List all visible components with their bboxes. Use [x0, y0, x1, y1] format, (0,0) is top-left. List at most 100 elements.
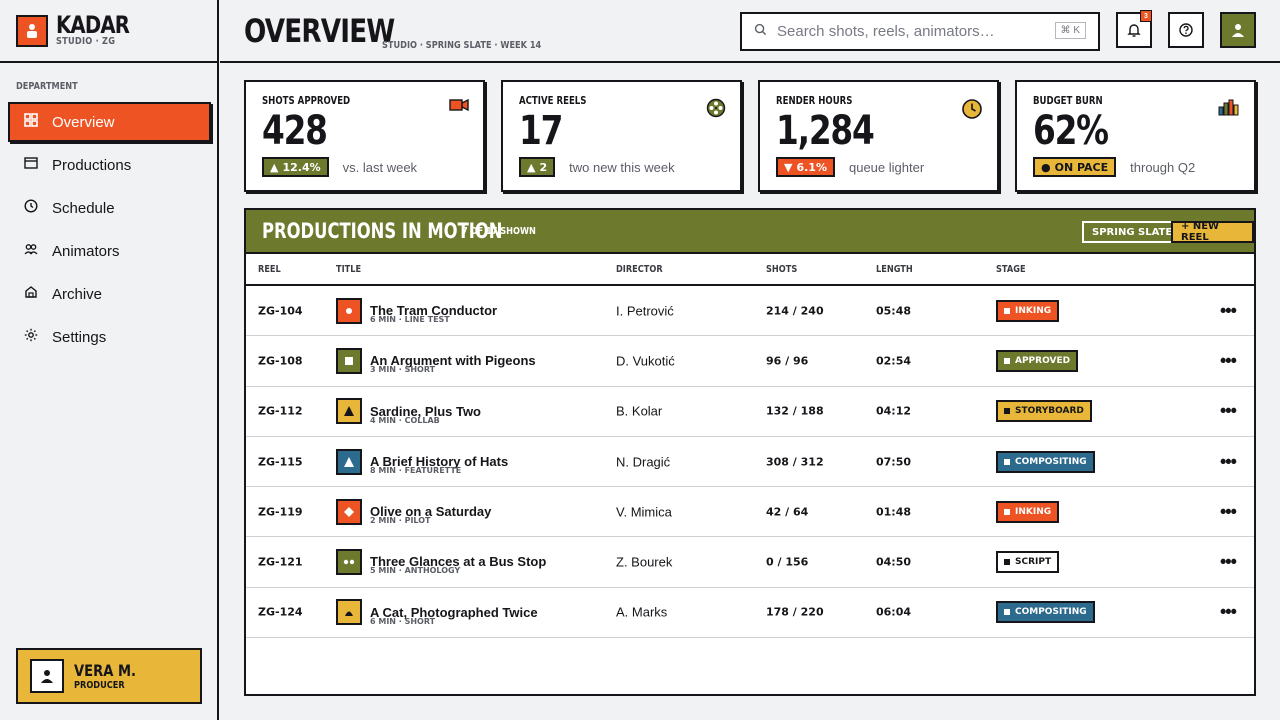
brand-logo-icon [16, 14, 48, 47]
search-box[interactable]: ⌘ K [740, 12, 1100, 51]
sidebar-item-productions[interactable]: Productions [8, 145, 211, 185]
sidebar-item-overview[interactable]: Overview [8, 102, 211, 142]
bar-chart-icon [1218, 98, 1240, 121]
table-row[interactable]: ZG-121 Three Glances at a Bus Stop 5 MIN ·… [246, 537, 1254, 588]
reel-length: 01:48 [876, 505, 912, 519]
search-input[interactable] [777, 23, 1047, 40]
kpi-delta: ▲ 2 [519, 157, 556, 177]
reel-id: ZG-115 [258, 455, 303, 469]
sidebar-item-label: Animators [52, 242, 120, 260]
table-row[interactable]: ZG-119 Olive on a Saturday 2 MIN · PILOT V.… [246, 487, 1254, 538]
sidebar-section-label: DEPARTMENT [16, 81, 78, 92]
person-icon [41, 670, 53, 683]
notifications-button[interactable]: 3 [1116, 10, 1152, 48]
reel-length: 04:12 [876, 404, 912, 418]
reel-length: 06:04 [876, 605, 912, 619]
production-meta: 3 MIN · SHORT [370, 365, 436, 375]
kpi-label: ACTIVE REELS [519, 94, 587, 107]
shots-count: 178 / 220 [766, 605, 824, 619]
kpi-note: through Q2 [1130, 159, 1196, 175]
table-row[interactable]: ZG-115 A Brief History of Hats 8 MIN · FEA… [246, 437, 1254, 488]
director-name: N. Dragić [616, 454, 671, 470]
shots-count: 42 / 64 [766, 505, 809, 519]
director-name: D. Vukotić [616, 353, 675, 369]
sidebar-item-label: Productions [52, 156, 132, 174]
reel-thumbnail-icon [336, 498, 362, 525]
profile-avatar-button[interactable] [1220, 12, 1256, 48]
table-row[interactable]: ZG-108 An Argument with Pigeons 3 MIN · SH… [246, 336, 1254, 387]
shots-count: 308 / 312 [766, 455, 824, 469]
sidebar-item-archive[interactable]: Archive [8, 274, 211, 314]
column-header-title[interactable]: TITLE [336, 264, 361, 275]
column-header-shots[interactable]: SHOTS [766, 264, 797, 275]
filter-chip[interactable]: SPRING SLATE [1082, 221, 1183, 243]
square-icon [1004, 609, 1010, 616]
sidebar-item-label: Archive [52, 285, 103, 303]
more-options-icon[interactable]: ••• [1220, 552, 1237, 573]
kpi-delta: ▲ 12.4% [262, 157, 329, 177]
shots-count: 0 / 156 [766, 555, 809, 569]
square-icon [1004, 458, 1010, 465]
sidebar-item-settings[interactable]: Settings [8, 317, 211, 357]
kpi-value: 62% [1033, 108, 1109, 154]
director-name: I. Petrović [616, 303, 674, 319]
kpi-note: queue lighter [848, 159, 925, 175]
column-header-director[interactable]: DIRECTOR [616, 264, 663, 275]
kpi-delta: ● ON PACE [1033, 157, 1117, 177]
arrow-down-icon: ▼ [784, 160, 793, 174]
more-options-icon[interactable]: ••• [1220, 300, 1237, 321]
user-role: PRODUCER [74, 679, 125, 691]
more-options-icon[interactable]: ••• [1220, 401, 1237, 422]
shots-count: 96 / 96 [766, 354, 809, 368]
brand-subtitle: STUDIO · ZG [56, 36, 116, 47]
people-icon [24, 242, 38, 260]
stage-badge: STORYBOARD [996, 400, 1092, 423]
more-options-icon[interactable]: ••• [1220, 350, 1237, 371]
table-row[interactable]: ZG-104 The Tram Conductor 6 MIN · LINE TES… [246, 286, 1254, 337]
more-options-icon[interactable]: ••• [1220, 501, 1237, 522]
column-header-reel[interactable]: REEL [258, 264, 281, 275]
productions-panel: PRODUCTIONS IN MOTION 7 OF 17 SHOWN SPRI… [244, 208, 1256, 696]
kpi-label: RENDER HOURS [776, 94, 853, 107]
kpi-note: vs. last week [342, 159, 418, 175]
production-meta: 5 MIN · ANTHOLOGY [370, 566, 461, 576]
square-icon [1004, 508, 1010, 515]
stage-badge: INKING [996, 299, 1060, 322]
kpi-shots-approved: SHOTS APPROVED 428 ▲ 12.4% vs. last week [244, 80, 485, 192]
reel-length: 05:48 [876, 304, 912, 318]
kpi-value: 428 [262, 108, 328, 154]
arrow-up-icon: ▲ [270, 160, 279, 174]
kpi-note: two new this week [569, 159, 675, 175]
help-icon [1179, 23, 1193, 37]
gear-icon [24, 328, 38, 346]
help-button[interactable] [1168, 12, 1204, 48]
user-name: VERA M. [74, 660, 136, 680]
person-icon [1232, 24, 1244, 37]
brand[interactable]: KADAR STUDIO · ZG [0, 0, 217, 63]
column-header-length[interactable]: LENGTH [876, 264, 913, 275]
table-header: REEL TITLE DIRECTOR SHOTS LENGTH STAGE [246, 254, 1254, 286]
production-meta: 6 MIN · LINE TEST [370, 315, 450, 324]
sidebar-item-label: Schedule [52, 199, 115, 217]
user-card[interactable]: VERA M. PRODUCER [16, 648, 202, 704]
more-options-icon[interactable]: ••• [1220, 451, 1237, 472]
stage-badge: COMPOSITING [996, 450, 1095, 473]
new-reel-button[interactable]: + NEW REEL [1171, 221, 1254, 243]
column-header-stage[interactable]: STAGE [996, 264, 1026, 275]
sidebar-item-schedule[interactable]: Schedule [8, 188, 211, 228]
director-name: B. Kolar [616, 403, 663, 419]
director-name: A. Marks [616, 604, 668, 620]
kpi-budget-burn: BUDGET BURN 62% ● ON PACE through Q2 [1015, 80, 1256, 192]
table-row[interactable]: ZG-112 Sardine, Plus Two 4 MIN · COLLAB B. … [246, 387, 1254, 437]
sidebar-item-animators[interactable]: Animators [8, 231, 211, 271]
shots-count: 214 / 240 [766, 304, 824, 318]
table-row[interactable]: ZG-124 A Cat, Photographed Twice 6 MIN · S… [246, 588, 1254, 639]
sidebar-item-label: Settings [52, 328, 107, 346]
production-meta: 6 MIN · SHORT [370, 616, 436, 626]
more-options-icon[interactable]: ••• [1220, 602, 1237, 623]
dot-icon: ● [1041, 160, 1051, 174]
clock-icon [961, 98, 983, 125]
reel-id: ZG-112 [258, 404, 303, 418]
kpi-delta: ▼ 6.1% [776, 157, 835, 177]
production-meta: 4 MIN · COLLAB [370, 415, 440, 425]
